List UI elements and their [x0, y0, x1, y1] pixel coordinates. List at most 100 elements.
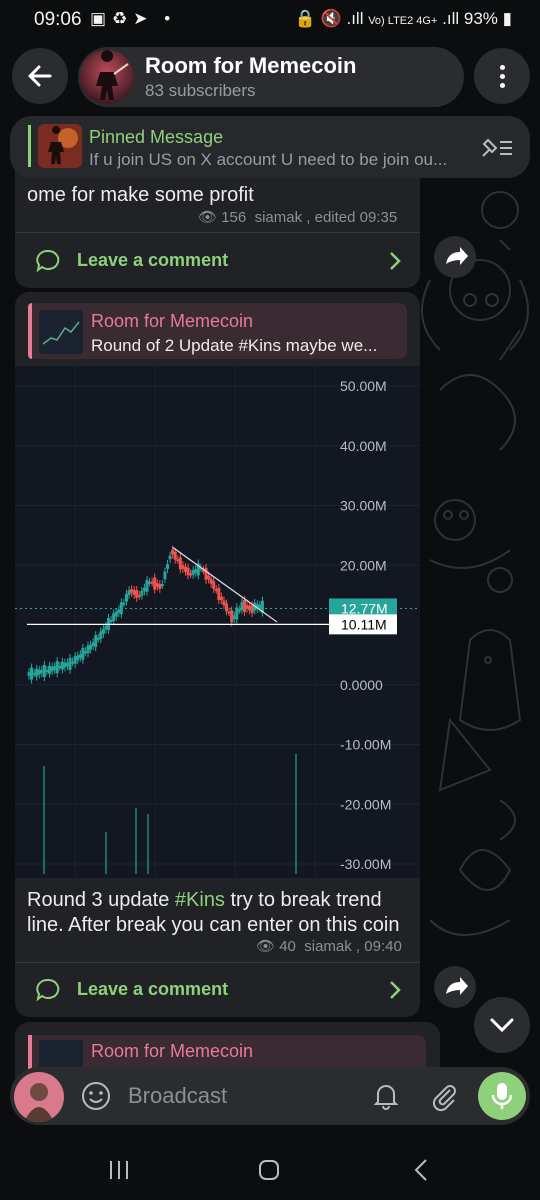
arrow-left-icon [28, 65, 52, 87]
candle-body [145, 579, 149, 592]
notification-icons: ▣♻➤ • [90, 9, 177, 28]
candle-body [42, 665, 46, 677]
candle-body [127, 590, 131, 595]
comment-icon [36, 978, 60, 1002]
comment-icon [36, 249, 60, 273]
candle-body [109, 619, 113, 622]
leave-comment-button[interactable]: Leave a comment [15, 240, 420, 280]
candle-body [168, 555, 172, 560]
candle-body [237, 609, 241, 612]
candle-body [96, 637, 100, 640]
candle-body [242, 599, 246, 612]
leave-comment-button[interactable]: Leave a comment [15, 969, 420, 1009]
hashtag-link[interactable]: #Kins [175, 889, 225, 911]
candle-body [68, 657, 72, 670]
bell-icon[interactable] [370, 1080, 402, 1112]
candle-body [117, 609, 121, 614]
candle-body [160, 584, 164, 587]
candle-body [212, 581, 216, 589]
volume-bar [135, 808, 137, 874]
candle-body [99, 631, 103, 640]
y-tick-label: 50.00M [340, 378, 387, 394]
candle-body [166, 564, 170, 569]
candle-body [137, 595, 141, 598]
back-button[interactable] [12, 48, 68, 104]
candle-body [65, 662, 69, 667]
attach-icon[interactable] [428, 1080, 460, 1112]
candle-body [230, 610, 234, 623]
channel-title: Room for Memecoin [145, 53, 357, 78]
candle-body [155, 583, 159, 587]
network-label: Vo) LTE2 4G+ [368, 15, 438, 27]
candle-body [40, 669, 44, 674]
candle-body [104, 625, 108, 630]
y-tick-label: 0.0000 [340, 677, 383, 693]
emoji-icon[interactable] [80, 1080, 112, 1112]
candle-body [35, 668, 39, 677]
share-button[interactable] [434, 236, 476, 278]
author-time: siamak , edited 09:35 [254, 209, 398, 226]
message-meta: 👁 40 siamak , 09:40 [256, 937, 402, 955]
candle-body [89, 644, 93, 650]
candle-body [171, 549, 175, 555]
candle-body [124, 593, 128, 602]
candle-body [183, 566, 187, 572]
candle-body [222, 600, 226, 606]
volume-bar [295, 754, 297, 874]
sender-avatar[interactable] [14, 1072, 64, 1122]
candle-body [45, 670, 49, 673]
candle-body [130, 589, 134, 593]
candle-body [191, 570, 195, 575]
pinned-list-icon[interactable] [480, 136, 514, 160]
view-count: 156 [221, 209, 247, 226]
candle-body [194, 569, 198, 573]
price-chart[interactable]: 50.00M 40.00M 30.00M 20.00M 0.0000 -10.00M -20… [15, 366, 420, 878]
status-bar: 09:06 ▣♻➤ • 🔒 🔇 .ıll Vo) LTE2 4G+ .ıll 9… [0, 0, 540, 40]
back-nav-icon[interactable] [412, 1158, 430, 1182]
more-options-button[interactable] [474, 48, 530, 104]
battery-label: 93% [463, 9, 498, 28]
candle-body [207, 575, 211, 580]
more-dot [500, 65, 505, 70]
support-price-label: 10.11M [341, 616, 387, 632]
candle-body [232, 615, 236, 620]
view-count: 40 [279, 938, 296, 955]
candle-body [76, 655, 80, 661]
candle-body [219, 596, 223, 601]
candle-body [250, 605, 254, 614]
pinned-title: Pinned Message [89, 127, 224, 147]
candle-body [63, 662, 67, 668]
share-arrow-icon [446, 247, 468, 265]
candle-body [60, 661, 64, 670]
candle-body [83, 651, 87, 654]
scroll-down-button[interactable] [474, 997, 530, 1053]
share-button[interactable] [434, 966, 476, 1008]
reply-thumbnail [39, 1040, 83, 1070]
candle-body [101, 629, 105, 634]
microphone-button[interactable] [478, 1072, 526, 1120]
candle-body [235, 607, 239, 620]
candle-body [209, 578, 213, 584]
candle-body [71, 661, 75, 664]
volume-bar [105, 832, 107, 874]
channel-avatar[interactable] [80, 50, 134, 104]
status-right: 🔒 🔇 .ıll Vo) LTE2 4G+ .ıll 93% ▮ [295, 9, 512, 29]
y-tick-label: 20.00M [340, 557, 387, 573]
message-text-part: Round 3 update [27, 889, 175, 911]
reply-accent-bar [28, 303, 32, 359]
reply-channel-name: Room for Memecoin [91, 1041, 254, 1061]
candle-body [150, 581, 154, 584]
eye-icon: 👁 [198, 209, 218, 226]
candle-body [142, 587, 146, 592]
y-tick-label: 30.00M [340, 498, 387, 514]
chevron-right-icon [390, 252, 401, 270]
recent-apps-icon[interactable] [108, 1160, 130, 1180]
status-time: 09:06 [34, 9, 82, 30]
home-icon[interactable] [258, 1159, 280, 1181]
broadcast-input[interactable]: Broadcast [128, 1083, 227, 1109]
candle-body [135, 590, 139, 598]
candle-body [173, 551, 177, 560]
y-tick-label: -20.00M [340, 796, 391, 812]
system-nav-bar [0, 1140, 540, 1200]
pinned-text: If u join US on X account U need to be j… [89, 150, 448, 169]
